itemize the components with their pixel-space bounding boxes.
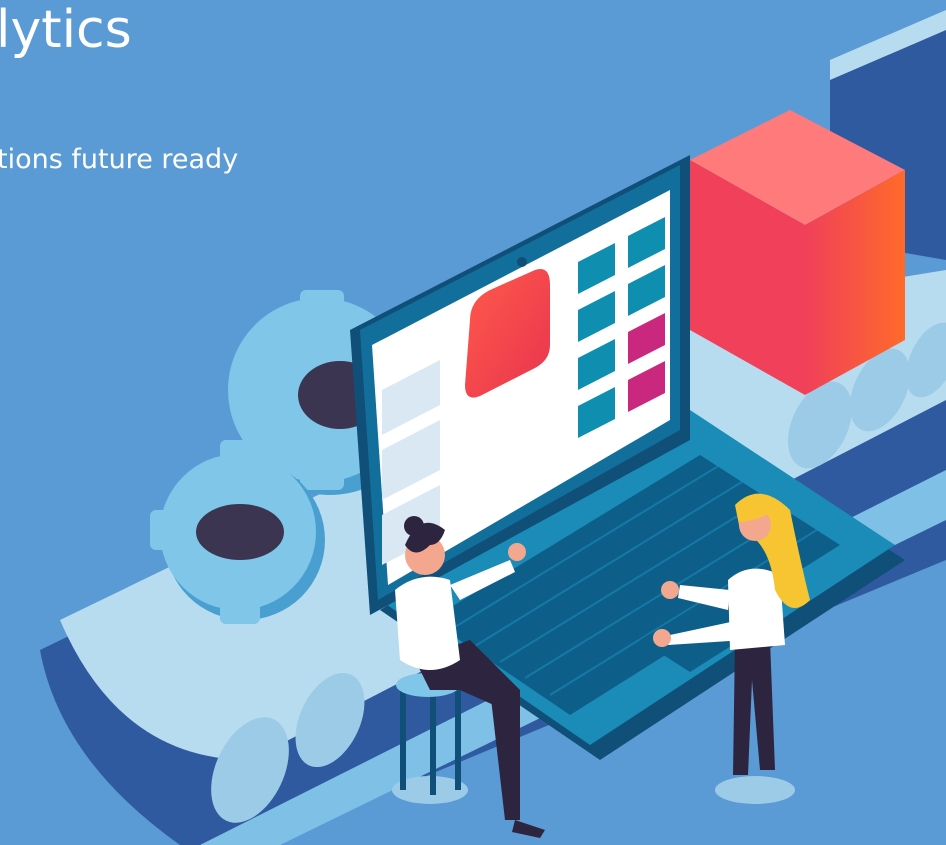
analytics-illustration-icon [40, 10, 946, 845]
